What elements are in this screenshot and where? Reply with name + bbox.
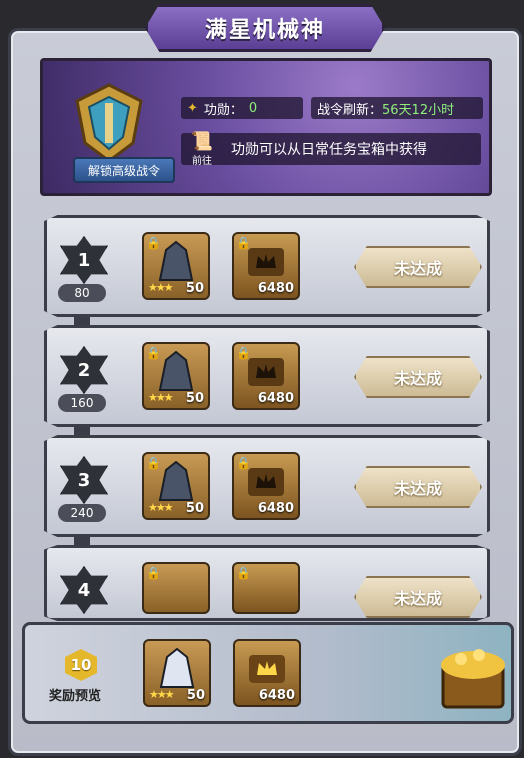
star-rating-icon: ★★★ [149,688,175,701]
level-points: 240 [58,504,106,522]
hero-reward-item[interactable]: 🔒 ★★★ 50 [142,232,210,300]
title-plate: 满星机械神 [145,4,385,52]
crest-emblem-icon [75,83,143,163]
reward-preview-panel[interactable]: 10 奖励预览 ★★★ 50 6480 [22,622,514,724]
unlock-premium-pass-button[interactable]: 解锁高级战令 [73,157,175,183]
mech-hero-icon [158,350,194,391]
chest-count: 6480 [257,501,294,516]
crown-ticket-icon [248,468,284,496]
star-rating-icon: ★★★ [148,501,174,514]
chest-reward-item[interactable]: 🔒 [232,562,300,614]
hero-count: 50 [186,688,205,703]
mech-hero-icon [158,460,194,501]
preview-level-badge: 10 [65,649,97,681]
hint-text: 功勋可以从日常任务宝箱中获得 [231,142,427,158]
crown-ticket-icon [249,655,285,683]
level-points: 160 [58,394,106,412]
crown-ticket-icon [248,358,284,386]
lock-icon: 🔒 [236,566,251,580]
claim-status-button[interactable]: 未达成 [354,466,482,508]
chest-reward-item[interactable]: 🔒 6480 [232,232,300,300]
goto-button[interactable]: 📜 前往 [185,131,219,171]
scroll-icon: 📜 [190,131,214,152]
chest-reward-item[interactable]: 🔒 6480 [232,342,300,410]
reward-preview-label: 奖励预览 [49,689,102,704]
hint-pill: 功勋可以从日常任务宝箱中获得 [181,133,481,165]
medal-icon: ✦ [187,100,198,116]
claim-status-button[interactable]: 未达成 [354,356,482,398]
star-rating-icon: ★★★ [148,391,174,404]
crown-ticket-icon [248,248,284,276]
merit-pill: ✦ 功勋： 0 [181,97,303,119]
page-title: 满星机械神 [204,18,325,43]
chest-reward-item[interactable]: 🔒 6480 [232,452,300,520]
chest-reward-item[interactable]: 6480 [233,639,301,707]
hero-reward-item[interactable]: 🔒 [142,562,210,614]
hero-reward-item[interactable]: 🔒 ★★★ 50 [142,342,210,410]
merit-value: 0 [248,100,258,116]
hero-reward-item[interactable]: 🔒 ★★★ 50 [142,452,210,520]
hero-reward-item[interactable]: ★★★ 50 [143,639,211,707]
refresh-label: 战令刷新： [317,102,383,118]
chest-count: 6480 [257,391,294,406]
mech-hero-icon [158,240,194,281]
chest-count: 6480 [257,281,294,296]
hero-count: 50 [185,501,204,516]
claim-status-button[interactable]: 未达成 [354,246,482,288]
mech-hero-icon [159,647,195,688]
refresh-countdown: 56天12小时 [382,102,455,118]
claim-status-button[interactable]: 未达成 [354,576,482,618]
chest-count: 6480 [258,688,295,703]
hero-count: 50 [185,391,204,406]
battle-pass-banner: 解锁高级战令 ✦ 功勋： 0 战令刷新： 56天12小时 功勋可以从日常任务宝箱… [40,58,492,196]
refresh-pill: 战令刷新： 56天12小时 [311,97,483,119]
lock-icon: 🔒 [146,566,161,580]
treasure-chest-icon [441,649,505,709]
hero-count: 50 [185,281,204,296]
goto-label: 前往 [192,156,212,167]
level-points: 80 [58,284,106,302]
merit-label: 功勋： [203,102,243,118]
star-rating-icon: ★★★ [148,281,174,294]
